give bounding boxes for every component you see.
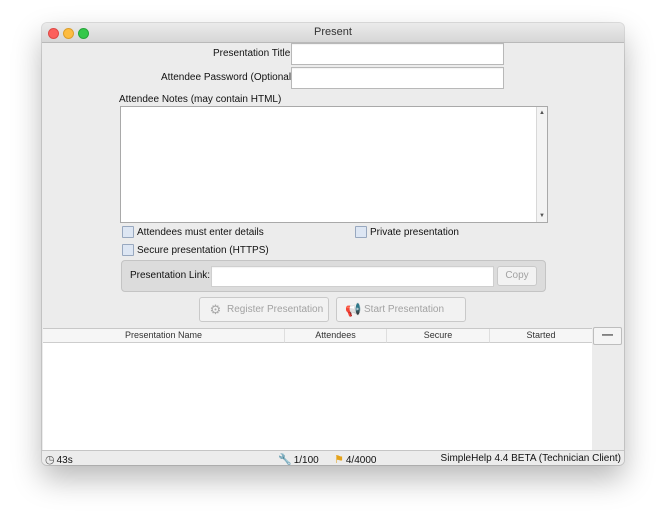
presentation-title-input[interactable] xyxy=(291,43,504,65)
register-presentation-button[interactable]: ⚙ Register Presentation xyxy=(199,297,329,322)
status-bar: ◷ 43s 🔧 1/100 ⚑ 4/4000 SimpleHelp 4.4 BETA … xyxy=(42,450,624,465)
presentations-table: Presentation Name Attendees Secure Start… xyxy=(43,328,592,450)
presentation-link-label: Presentation Link: xyxy=(130,270,211,281)
attendee-notes-textarea[interactable]: ▲ ▼ xyxy=(120,106,548,223)
attendee-password-input[interactable] xyxy=(291,67,504,89)
start-presentation-label: Start Presentation xyxy=(364,304,445,315)
megaphone-icon: 📢 xyxy=(345,302,362,317)
credits-value: 4/4000 xyxy=(345,455,377,465)
timer-value: 43s xyxy=(56,455,73,465)
window-title: Present xyxy=(314,26,352,38)
timer-status: ◷ 43s xyxy=(45,453,73,465)
column-started[interactable]: Started xyxy=(490,329,592,343)
version-label: SimpleHelp 4.4 BETA (Technician Client) xyxy=(440,453,621,464)
attendees-details-checkbox[interactable] xyxy=(122,226,134,238)
scroll-down-icon[interactable]: ▼ xyxy=(537,211,547,221)
register-icon: ⚙ xyxy=(209,302,222,317)
scroll-up-icon[interactable]: ▲ xyxy=(537,108,547,118)
attendees-details-label: Attendees must enter details xyxy=(137,227,264,238)
private-presentation-checkbox[interactable] xyxy=(355,226,367,238)
private-presentation-label: Private presentation xyxy=(370,227,459,238)
attendee-notes-label: Attendee Notes (may contain HTML) xyxy=(119,94,282,105)
flag-icon: ⚑ xyxy=(334,454,344,465)
present-window: Present Presentation Title Attendee Pass… xyxy=(42,23,624,465)
sessions-value: 1/100 xyxy=(293,455,319,465)
title-bar: Present xyxy=(42,23,624,43)
presentation-link-panel: Presentation Link: Copy xyxy=(121,260,546,292)
column-secure[interactable]: Secure xyxy=(387,329,490,343)
sessions-status: 🔧 1/100 xyxy=(278,453,319,465)
register-presentation-label: Register Presentation xyxy=(227,304,324,315)
start-presentation-button[interactable]: 📢 Start Presentation xyxy=(336,297,466,322)
copy-link-button[interactable]: Copy xyxy=(497,266,537,286)
column-presentation-name[interactable]: Presentation Name xyxy=(43,329,285,343)
notes-scrollbar[interactable]: ▲ ▼ xyxy=(536,107,547,222)
attendee-password-label: Attendee Password (Optional) xyxy=(161,72,295,83)
credits-status: ⚑ 4/4000 xyxy=(334,453,376,465)
secure-presentation-checkbox[interactable] xyxy=(122,244,134,256)
secure-presentation-label: Secure presentation (HTTPS) xyxy=(137,245,269,256)
clock-icon: ◷ xyxy=(45,454,55,465)
wrench-icon: 🔧 xyxy=(278,454,292,465)
presentation-link-field[interactable] xyxy=(211,266,494,287)
presentation-title-label: Presentation Title xyxy=(213,48,291,59)
remove-presentation-button[interactable]: — xyxy=(593,327,622,345)
column-attendees[interactable]: Attendees xyxy=(285,329,387,343)
